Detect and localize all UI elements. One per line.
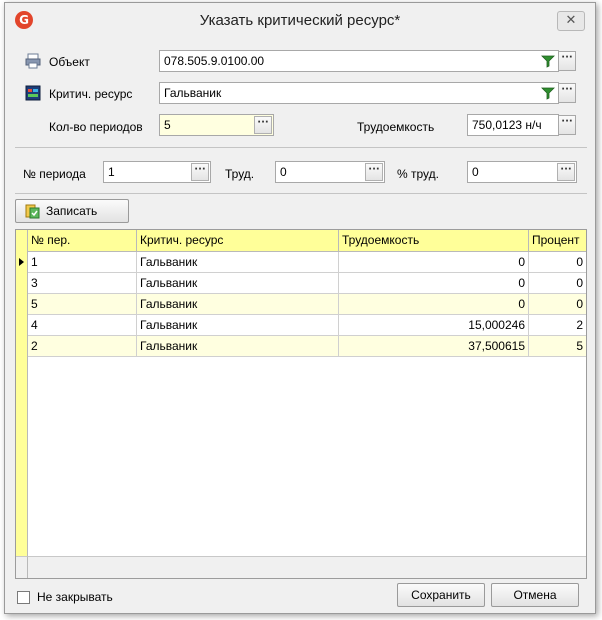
cell-period: 4	[28, 315, 137, 335]
cell-percent: 2	[576, 318, 583, 332]
column-header-labor[interactable]: Трудоемкость	[339, 230, 529, 251]
periods-field[interactable]: 5 ···	[159, 114, 274, 136]
cell-labor: 0	[339, 294, 529, 314]
object-field[interactable]: 078.505.9.0100.00	[159, 50, 559, 72]
resource-table: № пер. Критич. ресурс Трудоемкость Проце…	[15, 229, 587, 579]
trud-browse-button[interactable]: ···	[365, 163, 383, 181]
row-indicator-column	[16, 230, 28, 578]
cell-period: 1	[28, 252, 137, 272]
separator	[15, 193, 587, 194]
labor-value: 750,0123 н/ч	[472, 118, 542, 132]
cell-period: 2	[28, 336, 137, 356]
resource-icon	[25, 85, 41, 101]
resource-value: Гальваник	[164, 86, 222, 100]
trud-field[interactable]: 0 ···	[275, 161, 385, 183]
object-label: Объект	[49, 55, 90, 69]
column-header-resource[interactable]: Критич. ресурс	[137, 230, 339, 251]
period-no-browse-button[interactable]: ···	[191, 163, 209, 181]
cell-resource: Гальваник	[137, 315, 339, 335]
labor-browse-button[interactable]: ···	[558, 115, 576, 135]
separator	[15, 147, 587, 148]
resource-browse-button[interactable]: ···	[558, 83, 576, 103]
column-header-percent[interactable]: Процент	[529, 230, 586, 251]
period-no-field[interactable]: 1 ···	[103, 161, 211, 183]
cell-percent: 0	[576, 255, 583, 269]
cell-percent: 5	[576, 339, 583, 353]
resource-field[interactable]: Гальваник	[159, 82, 559, 104]
table-row[interactable]: 3 Гальваник 0 0	[28, 273, 586, 294]
cell-percent: 0	[576, 276, 583, 290]
period-no-label: № периода	[23, 167, 86, 181]
cell-labor: 37,500615	[339, 336, 529, 356]
cell-percent: 0	[576, 297, 583, 311]
pct-label: % труд.	[397, 167, 439, 181]
trud-label: Труд.	[225, 167, 255, 181]
cancel-button[interactable]: Отмена	[491, 583, 579, 607]
object-browse-button[interactable]: ···	[558, 51, 576, 71]
keep-open-checkbox[interactable]	[17, 591, 30, 604]
current-row-pointer-icon	[19, 258, 24, 266]
table-row[interactable]: 4 Гальваник 15,000246 2	[28, 315, 586, 336]
cell-labor: 0	[339, 252, 529, 272]
periods-label: Кол-во периодов	[49, 120, 143, 134]
dialog-window: G Указать критический ресурс* ✕ Объект 0…	[4, 2, 596, 614]
title-bar: G Указать критический ресурс* ✕	[5, 3, 595, 37]
column-header-period[interactable]: № пер.	[28, 230, 137, 251]
labor-label: Трудоемкость	[357, 120, 435, 134]
object-value: 078.505.9.0100.00	[164, 54, 265, 68]
cell-labor: 0	[339, 273, 529, 293]
period-no-value: 1	[108, 165, 115, 179]
filter-icon[interactable]	[541, 54, 555, 68]
periods-browse-button[interactable]: ···	[254, 116, 272, 134]
cell-period: 5	[28, 294, 137, 314]
table-row[interactable]: 5 Гальваник 0 0	[28, 294, 586, 315]
resource-label: Критич. ресурс	[49, 87, 133, 101]
cell-period: 3	[28, 273, 137, 293]
save-record-icon	[25, 204, 40, 219]
save-record-button[interactable]: Записать	[15, 199, 129, 223]
keep-open-label: Не закрывать	[37, 590, 113, 604]
table-row[interactable]: 1 Гальваник 0 0	[28, 252, 586, 273]
filter-icon[interactable]	[541, 86, 555, 100]
cell-resource: Гальваник	[137, 252, 339, 272]
labor-field[interactable]: 750,0123 н/ч	[467, 114, 559, 136]
pct-browse-button[interactable]: ···	[557, 163, 575, 181]
periods-value: 5	[164, 118, 171, 132]
window-title: Указать критический ресурс*	[199, 12, 401, 29]
save-record-label: Записать	[46, 204, 98, 218]
cell-resource: Гальваник	[137, 336, 339, 356]
table-header: № пер. Критич. ресурс Трудоемкость Проце…	[28, 230, 586, 252]
pct-value: 0	[472, 165, 479, 179]
close-button[interactable]: ✕	[557, 11, 585, 31]
cell-resource: Гальваник	[137, 273, 339, 293]
scrollbar-corner	[16, 556, 28, 578]
table-row[interactable]: 2 Гальваник 37,500615 5	[28, 336, 586, 357]
horizontal-scrollbar[interactable]	[28, 556, 586, 578]
trud-value: 0	[280, 165, 287, 179]
cell-resource: Гальваник	[137, 294, 339, 314]
pct-field[interactable]: 0 ···	[467, 161, 577, 183]
printer-icon	[25, 53, 41, 69]
save-button[interactable]: Сохранить	[397, 583, 485, 607]
cell-labor: 15,000246	[339, 315, 529, 335]
